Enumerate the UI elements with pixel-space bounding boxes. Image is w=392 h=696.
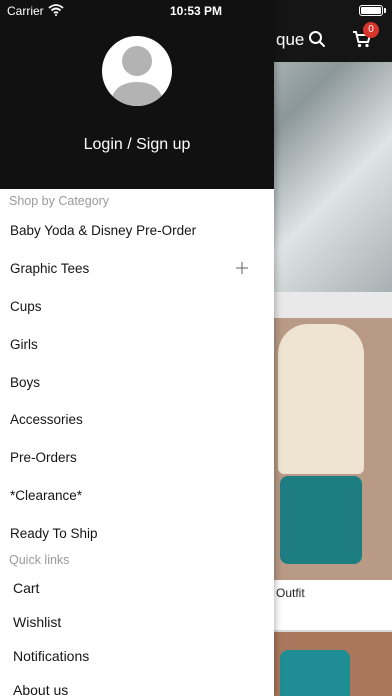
quick-link-label: Wishlist [13, 614, 62, 630]
category-item-label: Graphic Tees [10, 260, 90, 276]
expand-plus-icon[interactable] [236, 262, 248, 274]
battery-tip [384, 8, 386, 13]
product-shorts-shape [280, 476, 362, 564]
category-item-girls[interactable]: Girls [0, 327, 274, 361]
product-image[interactable] [274, 318, 392, 580]
app-title-fragment: que [276, 30, 305, 49]
category-item-clearance[interactable]: *Clearance* [0, 478, 274, 512]
category-item-boys[interactable]: Boys [0, 365, 274, 399]
product-caption: Outfit [276, 586, 305, 600]
category-item-label: Accessories [10, 411, 83, 427]
category-item-label: *Clearance* [10, 487, 83, 503]
avatar[interactable] [102, 36, 172, 106]
category-item-label: Pre-Orders [10, 449, 77, 465]
product-shirt-shape [280, 650, 350, 696]
category-item-ready-to-ship[interactable]: Ready To Ship [0, 516, 274, 550]
category-item-baby-yoda[interactable]: Baby Yoda & Disney Pre-Order [0, 213, 274, 247]
quick-link-label: Notifications [13, 648, 90, 664]
category-item-label: Girls [10, 336, 38, 352]
user-placeholder-icon [110, 46, 164, 106]
category-item-label: Baby Yoda & Disney Pre-Order [10, 222, 197, 238]
side-drawer: Login / Sign up Shop by Category Baby Yo… [0, 0, 274, 696]
search-icon[interactable] [308, 30, 326, 53]
category-item-cups[interactable]: Cups [0, 289, 274, 323]
category-item-label: Ready To Ship [10, 525, 98, 541]
shop-by-category-label: Shop by Category [9, 194, 110, 208]
clock: 10:53 PM [169, 4, 223, 18]
login-signup-link[interactable]: Login / Sign up [0, 136, 274, 154]
quick-link-label: About us [13, 682, 69, 696]
category-item-graphic-tees[interactable]: Graphic Tees [0, 251, 274, 285]
category-item-pre-orders[interactable]: Pre-Orders [0, 440, 274, 474]
quick-link-about-us[interactable]: About us [0, 675, 274, 696]
product-image[interactable] [274, 632, 392, 696]
quick-link-label: Cart [13, 580, 40, 596]
quick-link-cart[interactable]: Cart [0, 573, 274, 603]
battery-level [361, 7, 381, 14]
category-item-label: Boys [10, 374, 41, 390]
battery-icon [359, 5, 383, 16]
status-bar: Carrier 10:53 PM [0, 0, 392, 22]
category-item-accessories[interactable]: Accessories [0, 402, 274, 436]
quick-links-label: Quick links [9, 553, 70, 567]
drawer-header: Login / Sign up [0, 0, 274, 189]
product-dress-shape [278, 324, 364, 474]
cart-count-badge: 0 [363, 22, 379, 38]
quick-link-notifications[interactable]: Notifications [0, 641, 274, 671]
category-item-label: Cups [10, 298, 42, 314]
quick-link-wishlist[interactable]: Wishlist [0, 607, 274, 637]
